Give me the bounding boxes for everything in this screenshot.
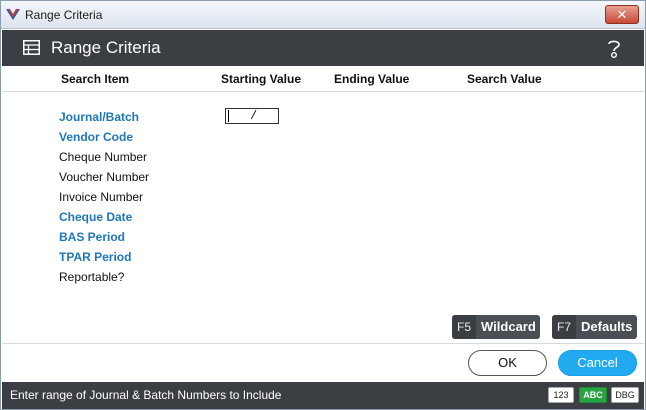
window-titlebar: Range Criteria ✕ — [1, 1, 645, 29]
numeric-mode-badge: 123 — [548, 387, 574, 403]
wildcard-key: F5 — [452, 315, 477, 339]
item-journal-batch[interactable]: Journal/Batch — [59, 109, 149, 129]
search-item-list: Journal/Batch Vendor Code Cheque Number … — [59, 109, 149, 289]
status-message: Enter range of Journal & Batch Numbers t… — [10, 388, 282, 402]
close-icon: ✕ — [616, 7, 628, 22]
defaults-button[interactable]: F7 Defaults — [552, 315, 637, 339]
window-title: Range Criteria — [25, 8, 103, 22]
debug-mode-badge: DBG — [611, 387, 639, 403]
help-question-icon[interactable] — [606, 38, 622, 59]
ok-button[interactable]: OK — [468, 350, 547, 376]
col-search-value: Search Value — [467, 72, 542, 86]
wildcard-button[interactable]: F5 Wildcard — [452, 315, 540, 339]
defaults-label: Defaults — [581, 319, 633, 334]
col-ending-value: Ending Value — [334, 72, 410, 86]
dialog-title: Range Criteria — [51, 38, 161, 57]
item-invoice-number[interactable]: Invoice Number — [59, 189, 149, 209]
dialog-header: Range Criteria — [2, 30, 644, 66]
item-voucher-number[interactable]: Voucher Number — [59, 169, 149, 189]
footer-divider — [2, 343, 644, 344]
app-logo-icon — [6, 8, 20, 20]
journal-batch-starting-input[interactable]: / — [225, 108, 279, 124]
item-reportable[interactable]: Reportable? — [59, 269, 149, 289]
window-close-button[interactable]: ✕ — [605, 5, 639, 24]
defaults-key: F7 — [552, 315, 577, 339]
item-vendor-code[interactable]: Vendor Code — [59, 129, 149, 149]
col-search-item: Search Item — [61, 72, 130, 86]
col-starting-value: Starting Value — [221, 72, 302, 86]
item-tpar-period[interactable]: TPAR Period — [59, 249, 149, 269]
alpha-mode-badge: ABC — [579, 387, 607, 403]
item-bas-period[interactable]: BAS Period — [59, 229, 149, 249]
item-cheque-number[interactable]: Cheque Number — [59, 149, 149, 169]
column-headers: Search Item Starting Value Ending Value … — [2, 66, 644, 92]
batch-separator: / — [250, 109, 258, 123]
status-bar: Enter range of Journal & Batch Numbers t… — [2, 382, 644, 409]
wildcard-label: Wildcard — [481, 319, 536, 334]
cancel-button[interactable]: Cancel — [558, 350, 637, 376]
table-icon — [23, 40, 40, 55]
range-criteria-window: Range Criteria ✕ Range Criteria Search I… — [0, 0, 646, 410]
item-cheque-date[interactable]: Cheque Date — [59, 209, 149, 229]
text-caret — [228, 110, 229, 122]
